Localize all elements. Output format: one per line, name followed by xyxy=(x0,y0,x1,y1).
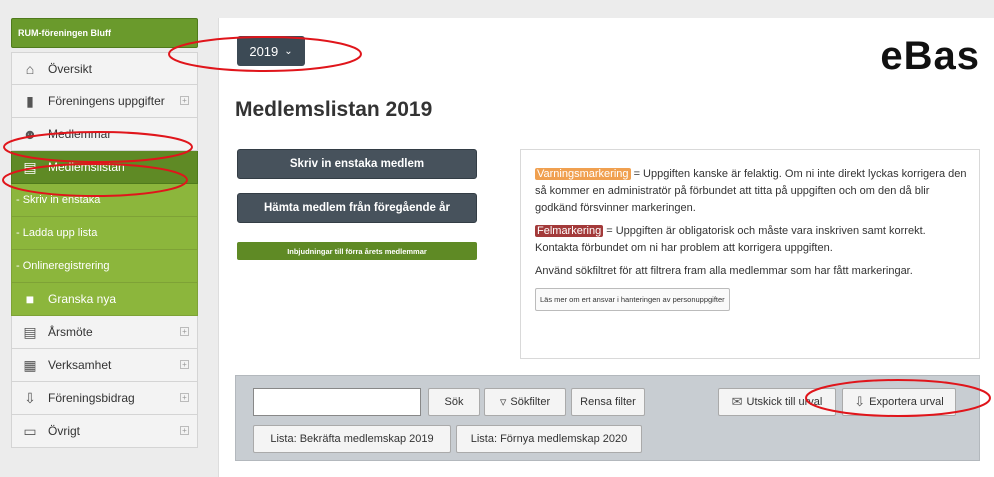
review-icon: ■ xyxy=(25,291,35,307)
sidebar-item-label: - Onlineregistrering xyxy=(16,260,110,272)
sidebar-item-foreningsbidrag[interactable]: ⇩ Föreningsbidrag + xyxy=(11,382,198,415)
page-title: Medlemslistan 2019 xyxy=(235,98,433,121)
document-icon: ▤ xyxy=(23,323,37,340)
sidebar-item-skriv-in-enstaka[interactable]: - Skriv in enstaka xyxy=(11,184,198,217)
warning-info: Varningsmarkering = Uppgiften kanske är … xyxy=(535,166,967,217)
sidebar-item-ladda-upp-lista[interactable]: - Ladda upp lista xyxy=(11,217,198,250)
sidebar-item-label: Föreningsbidrag xyxy=(48,391,135,405)
list-confirm-membership-button[interactable]: Lista: Bekräfta medlemskap 2019 xyxy=(253,425,451,453)
sidebar-item-label: - Ladda upp lista xyxy=(16,227,98,239)
expand-icon[interactable]: + xyxy=(180,360,189,369)
expand-icon[interactable]: + xyxy=(180,426,189,435)
filter-button[interactable]: ▿ Sökfilter xyxy=(484,388,566,416)
year-value: 2019 xyxy=(249,43,279,59)
list-renew-membership-button[interactable]: Lista: Förnya medlemskap 2020 xyxy=(456,425,642,453)
search-button[interactable]: Sök xyxy=(428,388,480,416)
sidebar-item-medlemslistan[interactable]: ▤ Medlemslistan xyxy=(11,151,198,184)
brand-logo: eBas xyxy=(880,34,980,78)
sidebar-item-label: Medlemslistan xyxy=(48,160,125,174)
export-selection-label: Exportera urval xyxy=(869,396,944,408)
read-more-button[interactable]: Läs mer om ert ansvar i hanteringen av p… xyxy=(535,288,730,311)
filter-button-label: Sökfilter xyxy=(510,396,551,408)
sidebar-item-label: Föreningens uppgifter xyxy=(48,94,165,108)
sidebar-item-granska-nya[interactable]: ■ Granska nya xyxy=(11,283,198,316)
organization-selector[interactable]: RUM-föreningen Bluff xyxy=(11,18,198,48)
info-box: Varningsmarkering = Uppgiften kanske är … xyxy=(520,149,980,359)
folder-icon: ▭ xyxy=(23,422,37,439)
add-single-member-button[interactable]: Skriv in enstaka medlem xyxy=(237,149,477,179)
export-icon: ⇩ xyxy=(854,394,866,409)
sidebar-item-foreningens-uppgifter[interactable]: ▮ Föreningens uppgifter + xyxy=(11,85,198,118)
sidebar-item-arsmote[interactable]: ▤ Årsmöte + xyxy=(11,316,198,349)
filter-icon: ▿ xyxy=(499,394,507,409)
year-selector[interactable]: 2019 ⌄ xyxy=(237,36,305,66)
sidebar: RUM-föreningen Bluff ⌂ Översikt ▮ Föreni… xyxy=(11,18,198,448)
sidebar-item-ovrigt[interactable]: ▭ Övrigt + xyxy=(11,415,198,448)
sidebar-item-verksamhet[interactable]: ▦ Verksamhet + xyxy=(11,349,198,382)
sidebar-item-onlineregistrering[interactable]: - Onlineregistrering xyxy=(11,250,198,283)
calendar-icon: ▦ xyxy=(23,356,37,373)
invite-previous-members-button[interactable]: Inbjudningar till förra årets medlemmar xyxy=(237,242,477,260)
chevron-down-icon: ⌄ xyxy=(284,45,293,57)
clear-filter-button[interactable]: Rensa filter xyxy=(571,388,645,416)
envelope-icon: ✉ xyxy=(731,394,743,409)
warning-tag: Varningsmarkering xyxy=(535,168,631,180)
list-icon: ▤ xyxy=(23,158,37,175)
main-content: 2019 ⌄ eBas Medlemslistan 2019 Skriv in … xyxy=(218,18,994,477)
sidebar-item-label: Verksamhet xyxy=(48,358,112,372)
book-icon: ▮ xyxy=(26,92,34,109)
export-selection-button[interactable]: ⇩ Exportera urval xyxy=(842,388,956,416)
sidebar-item-label: Övrigt xyxy=(48,424,81,438)
fetch-previous-year-button[interactable]: Hämta medlem från föregående år xyxy=(237,193,477,223)
expand-icon[interactable]: + xyxy=(180,327,189,336)
search-input[interactable] xyxy=(253,388,421,416)
error-tag: Felmarkering xyxy=(535,225,604,237)
sidebar-item-oversikt[interactable]: ⌂ Översikt xyxy=(11,52,198,85)
home-icon: ⌂ xyxy=(25,60,35,77)
sidebar-item-label: Medlemmar xyxy=(48,127,112,141)
sidebar-item-label: Årsmöte xyxy=(48,325,93,339)
sidebar-item-label: Granska nya xyxy=(48,292,117,306)
sidebar-item-label: - Skriv in enstaka xyxy=(16,194,101,206)
users-icon: ☻ xyxy=(22,126,38,142)
expand-icon[interactable]: + xyxy=(180,393,189,402)
sidebar-item-label: Översikt xyxy=(48,61,93,76)
grant-icon: ⇩ xyxy=(24,389,36,406)
expand-icon[interactable]: + xyxy=(180,96,189,105)
filter-bar: Sök ▿ Sökfilter Rensa filter ✉ Utskick t… xyxy=(235,375,980,461)
mail-selection-button[interactable]: ✉ Utskick till urval xyxy=(718,388,836,416)
mail-selection-label: Utskick till urval xyxy=(746,396,823,408)
filter-hint: Använd sökfiltret för att filtrera fram … xyxy=(535,265,913,277)
sidebar-item-medlemmar[interactable]: ☻ Medlemmar xyxy=(11,118,198,151)
error-info: Felmarkering = Uppgiften är obligatorisk… xyxy=(535,223,967,257)
